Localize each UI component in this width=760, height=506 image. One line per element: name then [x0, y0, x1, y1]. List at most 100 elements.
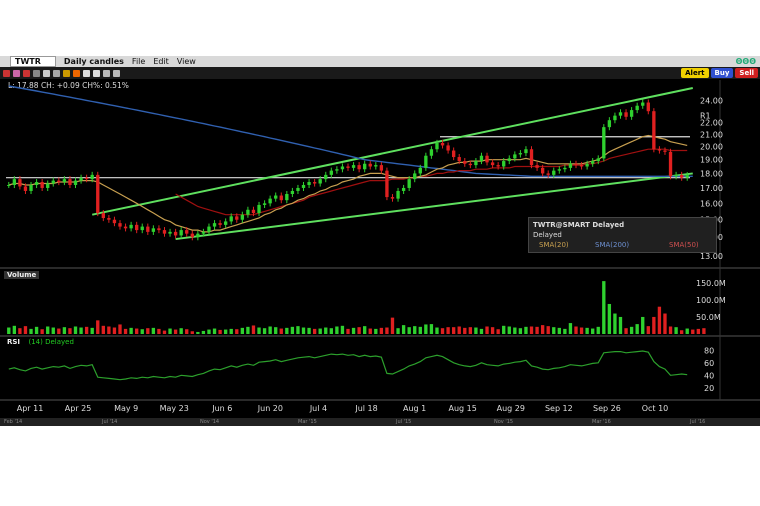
candle-body [318, 179, 322, 184]
volume-tick-label: 100.0M [696, 296, 726, 305]
candle-body [385, 170, 389, 198]
legend-sma50[interactable]: SMA(50) [669, 241, 699, 249]
candle-body [340, 166, 345, 170]
candle-body [196, 233, 200, 238]
candle-body [446, 145, 450, 151]
candle-body [173, 231, 178, 236]
candle-body [257, 204, 261, 214]
candle-body [618, 112, 623, 116]
candle-body [657, 149, 662, 151]
candle-body [90, 174, 94, 180]
candle-body [440, 142, 445, 146]
volume-bar [440, 328, 445, 334]
candle-body [418, 167, 422, 174]
volume-bar [185, 329, 189, 334]
candle-body [40, 182, 44, 188]
candle-body [363, 163, 367, 170]
volume-bar [135, 328, 139, 334]
candle-body [146, 226, 150, 232]
volume-bar [262, 328, 267, 334]
volume-bar [351, 327, 356, 334]
volume-bar [18, 328, 22, 334]
candle-body [407, 179, 411, 188]
volume-bar [40, 329, 44, 334]
volume-bar [468, 327, 473, 334]
volume-bar [413, 326, 417, 334]
volume-bar [162, 330, 167, 334]
candle-body [112, 219, 117, 224]
overview-tick-label: Nov '15 [494, 419, 514, 425]
volume-bar [496, 329, 500, 334]
candle-body [329, 170, 333, 175]
volume-bar [641, 316, 645, 334]
volume-bar [552, 327, 556, 334]
volume-bar [62, 327, 67, 334]
volume-bar [507, 326, 511, 334]
candle-body [168, 231, 172, 234]
date-tick-label: Jul 4 [309, 404, 327, 413]
volume-bar [502, 325, 506, 334]
candle-body [23, 186, 28, 191]
volume-bar [140, 329, 144, 334]
volume-bar [240, 327, 245, 334]
volume-bar [296, 326, 300, 334]
volume-bar [118, 324, 122, 334]
volume-bar [524, 326, 528, 334]
volume-bar [190, 331, 194, 334]
volume-bar [540, 325, 545, 334]
volume-bar [257, 327, 261, 334]
volume-bar [446, 327, 450, 334]
volume-bar [173, 329, 178, 334]
date-tick-label: May 23 [160, 404, 189, 413]
price-tick-label: 19.00 [700, 156, 723, 165]
overview-axis[interactable]: Feb '14 Jul '14 Nov '14 Mar '15 Jul '15 Nov '… [0, 418, 760, 426]
candle-body [335, 169, 339, 171]
volume-bar [168, 328, 172, 334]
candle-body [307, 182, 311, 185]
candle-body [290, 190, 295, 194]
volume-bar [246, 326, 250, 334]
candle-body [674, 174, 678, 177]
volume-bar [318, 328, 322, 334]
legend-sma20[interactable]: SMA(20) [539, 241, 569, 249]
rsi-tick-label: 60 [704, 359, 714, 368]
candle-body [429, 149, 434, 156]
volume-bar [691, 329, 695, 334]
candle-body [68, 179, 72, 185]
volume-bar [457, 326, 461, 334]
volume-bar [451, 327, 456, 334]
candle-body [301, 184, 306, 188]
candle-body [29, 184, 33, 191]
candle-body [140, 226, 144, 231]
candle-body [201, 231, 206, 234]
volume-bar [34, 326, 39, 334]
volume-bar [696, 328, 701, 334]
candle-body [579, 165, 584, 167]
candle-body [118, 223, 122, 227]
volume-bar [374, 328, 378, 334]
volume-bar [479, 328, 484, 334]
volume-bar [290, 326, 295, 334]
candle-body [18, 179, 22, 187]
overview-tick-label: Mar '16 [592, 419, 611, 425]
candle-body [135, 224, 139, 231]
candle-body [84, 177, 89, 180]
volume-bar [568, 323, 573, 334]
candle-body [529, 149, 534, 166]
date-tick-label: Sep 12 [545, 404, 573, 413]
overview-tick-label: Nov '14 [200, 419, 220, 425]
candle-body [607, 120, 612, 128]
volume-panel-label: Volume [4, 271, 40, 279]
legend-sma200[interactable]: SMA(200) [595, 241, 629, 249]
volume-bar [657, 306, 662, 334]
date-tick-label: Oct 10 [642, 404, 669, 413]
volume-bar [7, 327, 11, 334]
overview-tick-label: Mar '15 [298, 419, 317, 425]
volume-bar [90, 327, 94, 334]
candle-body [574, 163, 578, 166]
price-tick-label: 18.00 [700, 169, 723, 178]
volume-bar [401, 325, 406, 334]
candle-body [96, 174, 100, 214]
volume-bar [279, 328, 283, 334]
candle-body [34, 182, 39, 185]
